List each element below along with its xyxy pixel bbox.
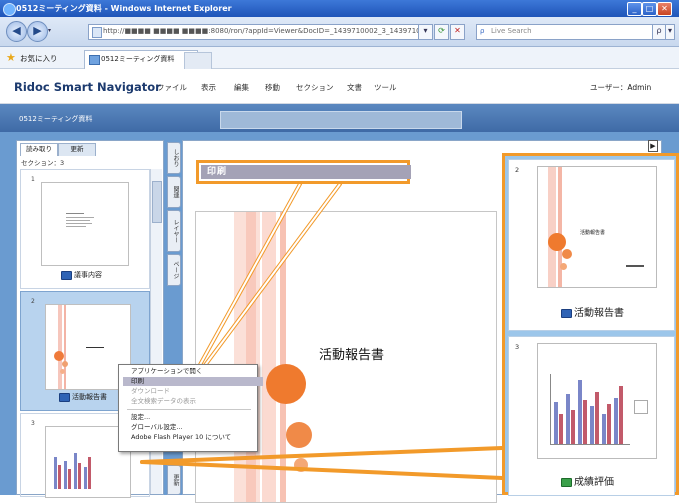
context-menu: アプリケーションで開く 印刷 ダウンロード 全文検索データの表示 設定... グ… [118,364,263,452]
zoom-card-2: 2 活動報告書 活動報告書 [508,159,675,331]
menu-item-about-flash[interactable]: Adobe Flash Player 10 について [123,433,263,442]
print-callout-connector-2-inner [199,183,341,373]
menu-item-global-settings[interactable]: グローバル設定... [123,423,263,432]
zoom-card-label: 成績評価 [561,473,614,488]
menu-item-open-in-app[interactable]: アプリケーションで開く [123,367,263,376]
zoom-card-number: 2 [515,166,520,174]
zoom-card-page [537,343,657,459]
menu-item-settings[interactable]: 設定... [123,413,263,422]
menu-item-download: ダウンロード [131,387,170,395]
zoom-card-label: 活動報告書 [561,304,624,319]
zoom-card-number: 3 [515,343,520,351]
zoom-card-3: 3 成績評価 [508,336,675,496]
thumbnail-zoom-callout: 2 活動報告書 活動報告書 3 成績評価 [502,153,679,496]
print-callout: 印刷 [196,160,411,184]
print-callout-label: 印刷 [201,165,411,179]
print-callout-connector-inner [195,183,301,373]
document-icon [561,308,572,318]
menu-separator [127,409,251,410]
zoom-page-title: 活動報告書 [580,230,606,236]
thumb-callout-connector-lower [140,460,504,480]
spreadsheet-icon [561,477,572,487]
menu-item-fulltext-data: 全文検索データの表示 [131,397,196,405]
menu-item-print[interactable]: 印刷 [123,377,263,386]
zoom-card-page: 活動報告書 [537,166,657,288]
